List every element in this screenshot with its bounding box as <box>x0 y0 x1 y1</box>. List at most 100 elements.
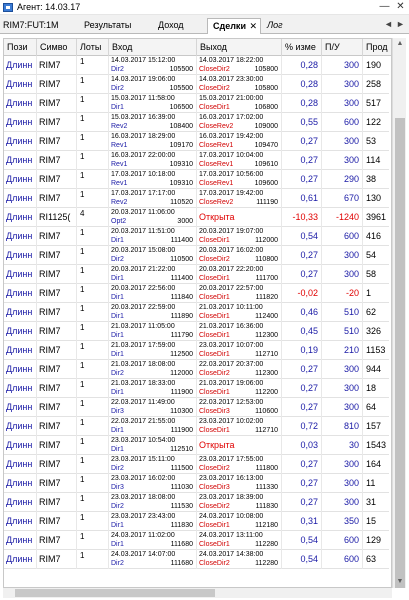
header-position[interactable]: Пози <box>4 39 37 56</box>
lots-cell: 1 <box>77 151 109 170</box>
entry-cell: 21.03.2017 18:33:00 Dir1 111900 <box>109 379 197 398</box>
table-row[interactable]: Длинн RIM7 1 20.03.2017 21:22:00 Dir1 111400 2… <box>4 265 389 284</box>
table-row[interactable]: Длинн RIM7 1 15.03.2017 11:58:00 Dir1 106500 1… <box>4 94 389 113</box>
duration-cell: 63 <box>366 554 377 564</box>
position-cell: Длинн <box>4 56 37 75</box>
entry-time: 23.03.2017 23:43:00 <box>111 513 176 520</box>
table-row[interactable]: Длинн RIM7 1 14.03.2017 15:12:00 Dir2 105500 1… <box>4 56 389 75</box>
pl-cell: 300 <box>322 265 363 284</box>
tab-scroll-right-icon[interactable]: ► <box>396 19 405 29</box>
tab-scroll-left-icon[interactable]: ◄ <box>384 19 393 29</box>
grid-header: Пози Симво Лоты Вход Выход % изме П/У Пр… <box>4 39 391 56</box>
hscroll-thumb[interactable] <box>15 589 215 597</box>
minimize-button[interactable]: — <box>378 1 391 13</box>
header-duration[interactable]: Прод <box>363 39 391 56</box>
symbol-cell: RI1125( <box>37 208 77 227</box>
tab-chart[interactable]: RIM7:FUT:1M <box>3 18 59 34</box>
entry-time: 16.03.2017 18:29:00 <box>111 133 176 140</box>
header-entry[interactable]: Вход <box>109 39 197 56</box>
table-row[interactable]: Длинн RIM7 1 14.03.2017 19:06:00 Dir2 105500 1… <box>4 75 389 94</box>
vertical-scrollbar[interactable]: ▲ ▼ <box>392 38 406 588</box>
position-cell: Длинн <box>4 417 37 436</box>
table-row[interactable]: Длинн RIM7 1 21.03.2017 17:59:00 Dir1 112500 2… <box>4 341 389 360</box>
header-lots[interactable]: Лоты <box>77 39 109 56</box>
table-row[interactable]: Длинн RIM7 1 17.03.2017 10:18:00 Rev1 109310 1… <box>4 170 389 189</box>
lots-cell: 1 <box>77 75 109 94</box>
table-row[interactable]: Длинн RIM7 1 23.03.2017 10:54:00 Dir1 112510 О… <box>4 436 389 455</box>
table-row[interactable]: Длинн RIM7 1 24.03.2017 14:07:00 Dir2 111680 2… <box>4 550 389 569</box>
exit-time: 17.03.2017 19:42:00 <box>199 190 264 197</box>
table-row[interactable]: Длинн RIM7 1 21.03.2017 18:08:00 Dir2 112000 2… <box>4 360 389 379</box>
scroll-down-icon[interactable]: ▼ <box>393 576 407 588</box>
symbol-cell: RIM7 <box>37 493 77 512</box>
duration-cell: 64 <box>366 402 377 412</box>
pl-cell: 30 <box>322 436 363 455</box>
duration-cell: 53 <box>366 136 377 146</box>
tab-income[interactable]: Доход <box>158 18 184 34</box>
entry-signal: Dir1 <box>111 427 124 434</box>
table-row[interactable]: Длинн RI1125(4 20.03.2017 11:06:00 Opt2 3000… <box>4 208 389 227</box>
entry-cell: 21.03.2017 17:59:00 Dir1 112500 <box>109 341 197 360</box>
entry-cell: 23.03.2017 10:54:00 Dir1 112510 <box>109 436 197 455</box>
table-row[interactable]: Длинн RIM7 1 23.03.2017 23:43:00 Dir1 111830 2… <box>4 512 389 531</box>
exit-time: 21.03.2017 16:36:00 <box>199 323 264 330</box>
tab-results[interactable]: Результаты <box>84 18 131 34</box>
close-window-button[interactable]: ✕ <box>394 1 407 13</box>
scroll-thumb[interactable] <box>395 118 405 588</box>
table-row[interactable]: Длинн RIM7 1 20.03.2017 22:59:00 Dir1 111890 2… <box>4 303 389 322</box>
exit-price: 111830 <box>255 503 278 510</box>
table-row[interactable]: Длинн RIM7 1 20.03.2017 22:56:00 Dir1 111840 2… <box>4 284 389 303</box>
close-icon[interactable]: ✕ <box>249 19 257 33</box>
entry-signal: Dir2 <box>111 503 124 510</box>
duration-cell: 157 <box>366 421 382 431</box>
entry-price: 105500 <box>169 66 193 73</box>
table-row[interactable]: Длинн RIM7 1 21.03.2017 11:05:00 Dir1 111790 2… <box>4 322 389 341</box>
entry-time: 17.03.2017 17:17:00 <box>111 190 176 197</box>
entry-price: 112510 <box>170 446 193 453</box>
tab-log[interactable]: Лог <box>267 18 283 34</box>
entry-cell: 20.03.2017 11:51:00 Dir1 111400 <box>109 227 197 246</box>
exit-signal: CloseDir2 <box>199 503 230 510</box>
position-cell: Длинн <box>4 322 37 341</box>
exit-cell: Открыта <box>197 436 282 455</box>
table-row[interactable]: Длинн RIM7 1 16.03.2017 22:00:00 Rev1 109310 1… <box>4 151 389 170</box>
table-row[interactable]: Длинн RIM7 1 23.03.2017 15:11:00 Dir2 111500 2… <box>4 455 389 474</box>
table-row[interactable]: Длинн RIM7 1 17.03.2017 17:17:00 Rev2 110520 1… <box>4 189 389 208</box>
scroll-up-icon[interactable]: ▲ <box>393 38 407 50</box>
pl-cell: 600 <box>322 113 363 132</box>
exit-cell: 23.03.2017 17:55:00 CloseDir2 111800 <box>197 455 282 474</box>
exit-time: 14.03.2017 23:30:00 <box>199 76 264 83</box>
duration-cell: 1153 <box>366 345 386 355</box>
tab-deals[interactable]: Сделки ✕ <box>207 18 261 34</box>
header-pl[interactable]: П/У <box>322 39 363 56</box>
duration-cell: 326 <box>366 326 382 336</box>
exit-time: 23.03.2017 10:07:00 <box>199 342 264 349</box>
table-row[interactable]: Длинн RIM7 1 21.03.2017 18:33:00 Dir1 111900 2… <box>4 379 389 398</box>
horizontal-scrollbar[interactable] <box>3 588 392 598</box>
exit-time: 20.03.2017 16:02:00 <box>199 247 264 254</box>
exit-time: 23.03.2017 18:39:00 <box>199 494 264 501</box>
table-row[interactable]: Длинн RIM7 1 20.03.2017 11:51:00 Dir1 111400 2… <box>4 227 389 246</box>
duration-cell: 18 <box>366 383 377 393</box>
table-row[interactable]: Длинн RIM7 1 23.03.2017 16:02:00 Dir3 111030 2… <box>4 474 389 493</box>
pct-change-cell: -10,33 <box>282 208 322 227</box>
entry-cell: 22.03.2017 21:55:00 Dir1 111900 <box>109 417 197 436</box>
table-row[interactable]: Длинн RIM7 1 20.03.2017 15:08:00 Dir2 110500 2… <box>4 246 389 265</box>
pct-change-cell: 0,27 <box>282 474 322 493</box>
header-symbol[interactable]: Симво <box>37 39 77 56</box>
symbol-cell: RIM7 <box>37 227 77 246</box>
table-row[interactable]: Длинн RIM7 1 16.03.2017 18:29:00 Rev1 109170 1… <box>4 132 389 151</box>
table-row[interactable]: Длинн RIM7 1 23.03.2017 18:08:00 Dir2 111530 2… <box>4 493 389 512</box>
exit-signal: CloseRev1 <box>199 142 234 149</box>
table-row[interactable]: Длинн RIM7 1 15.03.2017 16:39:00 Rev2 108400 1… <box>4 113 389 132</box>
table-row[interactable]: Длинн RIM7 1 22.03.2017 21:55:00 Dir1 111900 2… <box>4 417 389 436</box>
exit-signal: CloseDir2 <box>199 465 230 472</box>
table-row[interactable]: Длинн RIM7 1 22.03.2017 11:49:00 Dir3 110300 2… <box>4 398 389 417</box>
entry-price: 108400 <box>169 123 193 130</box>
header-pct-change[interactable]: % изме <box>282 39 322 56</box>
entry-cell: 20.03.2017 15:08:00 Dir2 110500 <box>109 246 197 265</box>
header-exit[interactable]: Выход <box>197 39 282 56</box>
pct-change-cell: 0,27 <box>282 379 322 398</box>
table-row[interactable]: Длинн RIM7 1 24.03.2017 11:02:00 Dir1 111680 2… <box>4 531 389 550</box>
exit-price: 112280 <box>255 541 278 548</box>
